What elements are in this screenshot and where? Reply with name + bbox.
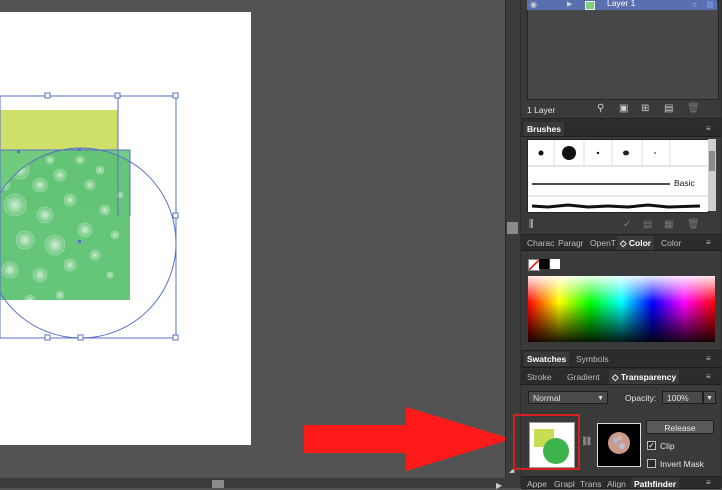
link-icon[interactable]: ⛓	[581, 436, 592, 446]
tab-stroke[interactable]: Stroke	[524, 370, 555, 384]
brush-scrollbar[interactable]	[708, 139, 716, 211]
tab-swatches[interactable]: Swatches	[524, 352, 570, 366]
opacity-value: 100%	[667, 393, 689, 403]
panel-menu-icon[interactable]: ≡	[706, 479, 718, 487]
tab-transparency[interactable]: ◇ Transparency	[609, 370, 680, 384]
clip-label: Clip	[660, 441, 675, 451]
tab-color[interactable]: ◇ Color	[617, 236, 655, 250]
release-button[interactable]: Release	[646, 420, 714, 434]
trash-icon[interactable]: 🗑	[687, 104, 700, 114]
red-arrow-annotation	[304, 407, 512, 471]
eye-icon[interactable]: ◉	[530, 0, 537, 10]
bottom-tabbar: Appe Grapl Trans Align Pathfinder ≡	[521, 478, 721, 489]
highlight-box	[513, 414, 580, 470]
panel-menu-icon[interactable]: ≡	[706, 373, 718, 381]
trash-icon[interactable]: 🗑	[687, 220, 700, 230]
tab-brushes[interactable]: Brushes	[524, 122, 565, 136]
new-brush-icon[interactable]: ▦	[664, 220, 673, 230]
invert-mask-label: Invert Mask	[660, 459, 704, 469]
horizontal-scroll-thumb[interactable]	[212, 480, 224, 488]
blend-mode-select[interactable]: Normal ▼	[528, 391, 608, 404]
transparency-tabbar: Stroke Gradient ◇ Transparency ≡	[521, 370, 721, 385]
invert-mask-checkbox[interactable]	[647, 459, 656, 468]
color-tabbar: Charac Paragr OpenT ◇ Color Color ≡	[521, 236, 721, 251]
black-swatch[interactable]	[539, 259, 549, 269]
color-spectrum[interactable]	[528, 276, 715, 342]
transparency-panel: Stroke Gradient ◇ Transparency ≡ Normal …	[513, 370, 721, 477]
color-panel: Charac Paragr OpenT ◇ Color Color ≡	[521, 236, 721, 351]
tab-graphic-styles[interactable]: Grapl	[551, 478, 579, 488]
chevron-down-icon: ▼	[597, 395, 604, 402]
layer-name[interactable]: Layer 1	[607, 0, 635, 8]
make-clipping-mask-icon[interactable]: ▣	[619, 104, 628, 114]
layer-row[interactable]: ◉ ▶ Layer 1 ○	[527, 0, 717, 10]
opacity-label: Opacity:	[625, 393, 657, 403]
new-layer-icon[interactable]: ▤	[664, 104, 673, 114]
options-icon[interactable]: ▤	[643, 220, 652, 230]
search-icon[interactable]: ⚲	[597, 104, 604, 114]
new-sublayer-icon[interactable]: ⊞	[641, 104, 649, 114]
tab-opentype[interactable]: OpenT	[587, 236, 619, 250]
panel-menu-icon[interactable]: ≡	[706, 355, 718, 363]
horizontal-scrollbar[interactable]	[0, 478, 520, 488]
tab-appearance[interactable]: Appe	[524, 478, 554, 488]
bubble-texture	[0, 148, 130, 306]
tab-paragraph[interactable]: Paragr	[555, 236, 589, 250]
scroll-right-arrow-icon[interactable]: ▶	[496, 481, 502, 490]
swatches-panel: Swatches Symbols ≡	[521, 352, 721, 368]
tab-pathfinder[interactable]: Pathfinder	[631, 478, 680, 488]
tab-align[interactable]: Align	[604, 478, 632, 488]
remove-stroke-icon[interactable]: ✓	[623, 220, 631, 230]
brushes-tabbar: Brushes ≡	[521, 122, 721, 137]
layer-list[interactable]	[527, 0, 719, 100]
opacity-dropdown-button[interactable]: ▼	[703, 391, 716, 404]
layer-thumbnail	[585, 1, 595, 10]
expand-arrow-icon[interactable]: ▶	[567, 0, 572, 10]
tab-color-guide[interactable]: Color	[658, 236, 690, 250]
vertical-scrollbar[interactable]	[505, 0, 521, 478]
mask-thumbnail[interactable]	[597, 423, 641, 467]
layers-panel: ◉ ▶ Layer 1 ○ 1 Layer ⚲ ▣ ⊞ ▤ 🗑	[521, 0, 721, 119]
blend-mode-value: Normal	[533, 393, 561, 403]
swatches-tabbar: Swatches Symbols ≡	[521, 352, 721, 368]
target-icon[interactable]: ○	[692, 0, 697, 10]
basic-brush-label: Basic	[674, 178, 695, 188]
tab-gradient[interactable]: Gradient	[564, 370, 603, 384]
brush-library[interactable]: Basic	[527, 139, 709, 213]
panel-menu-icon[interactable]: ≡	[706, 239, 718, 247]
clip-checkbox[interactable]: ✓	[647, 441, 656, 450]
tab-transform[interactable]: Trans	[577, 478, 605, 488]
layer-count: 1 Layer	[527, 105, 556, 115]
opacity-input[interactable]: 100%	[662, 391, 703, 404]
panel-menu-icon[interactable]: ≡	[706, 125, 718, 133]
tab-character[interactable]: Charac	[524, 236, 556, 250]
brushes-panel: Brushes ≡ Basic ⫼ ✓ ▤ ▦ 🗑	[521, 122, 721, 235]
tab-symbols[interactable]: Symbols	[573, 352, 612, 366]
brush-library-icon[interactable]: ⫼	[529, 220, 534, 230]
vertical-scroll-thumb[interactable]	[507, 222, 518, 234]
white-swatch[interactable]	[550, 259, 560, 269]
layer-color-swatch	[707, 1, 713, 8]
